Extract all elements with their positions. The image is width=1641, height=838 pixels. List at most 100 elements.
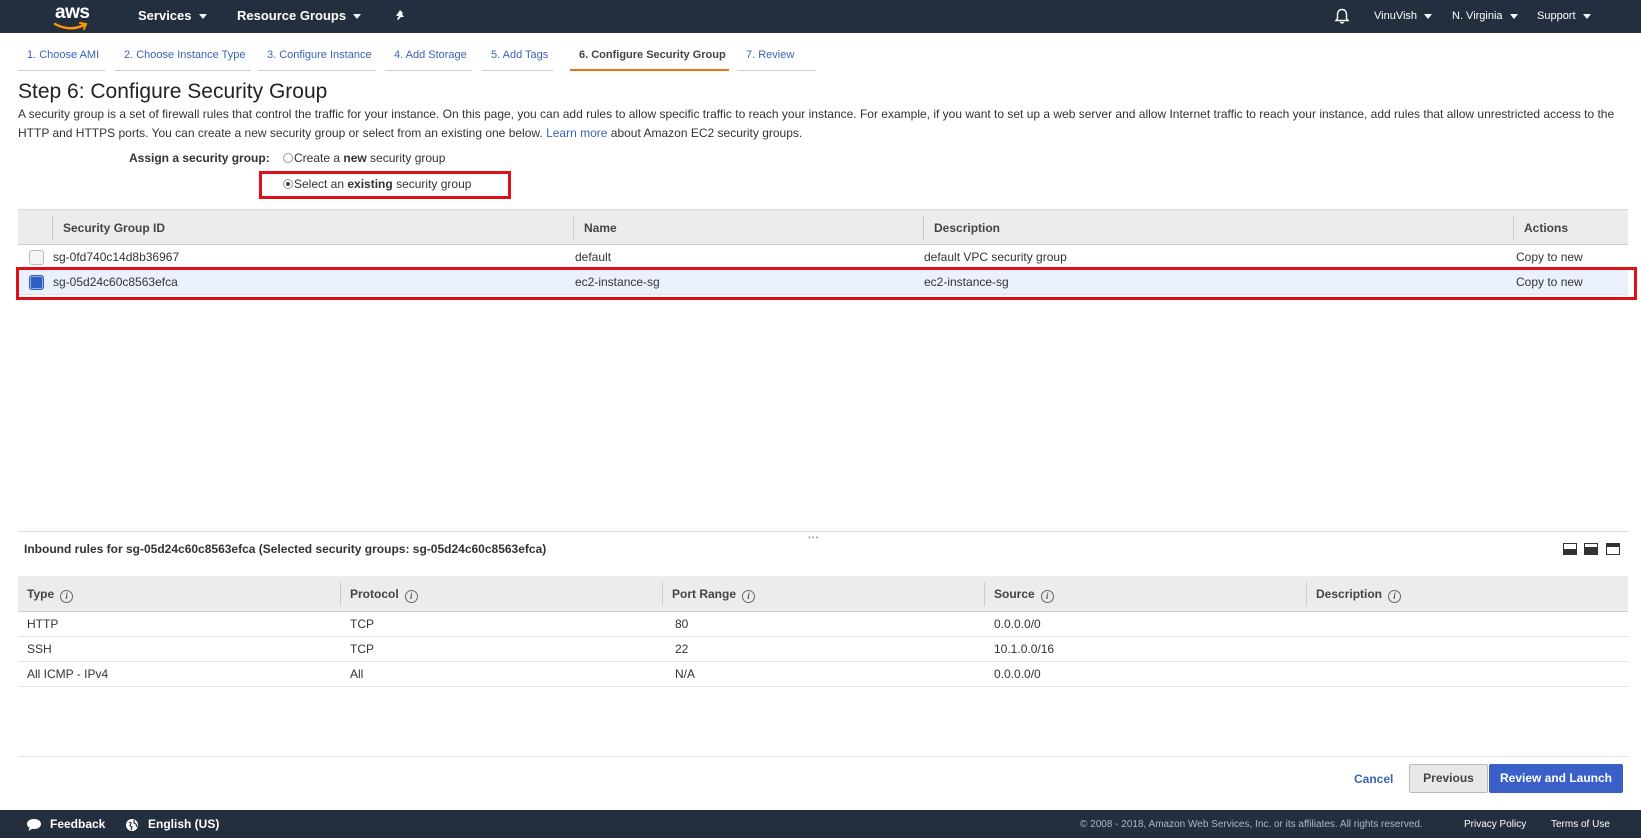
row-checkbox[interactable]: [29, 250, 44, 265]
cell-type: SSH: [27, 642, 52, 656]
tab-add-tags[interactable]: 5. Add Tags: [482, 46, 553, 71]
info-icon[interactable]: i: [1388, 590, 1402, 603]
chevron-down-icon: [353, 14, 362, 20]
column-port-range: Port Range i: [672, 587, 756, 603]
tab-review[interactable]: 7. Review: [737, 46, 816, 71]
column-separator: [662, 582, 663, 606]
info-icon[interactable]: i: [1040, 590, 1054, 603]
globe-icon: [126, 819, 138, 831]
tab-add-storage[interactable]: 4. Add Storage: [385, 46, 472, 71]
aws-logo[interactable]: aws: [54, 2, 94, 30]
resize-handle-icon[interactable]: •••: [808, 533, 819, 542]
column-separator: [52, 216, 53, 240]
actions-divider: [18, 756, 1628, 757]
copy-to-new-link[interactable]: Copy to new: [1516, 250, 1583, 264]
services-menu[interactable]: Services: [138, 8, 207, 23]
cell-description: default VPC security group: [924, 250, 1067, 264]
tab-choose-instance-type[interactable]: 2. Choose Instance Type: [115, 46, 251, 71]
previous-button[interactable]: Previous: [1409, 764, 1488, 793]
support-menu[interactable]: Support: [1537, 10, 1591, 22]
privacy-policy-link[interactable]: Privacy Policy: [1464, 819, 1526, 830]
column-separator: [1306, 582, 1307, 606]
column-actions: Actions: [1524, 221, 1569, 235]
cell-security-group-id: sg-0fd740c14d8b36967: [53, 250, 180, 264]
cell-protocol: TCP: [350, 617, 374, 631]
pane-layout-split-icon[interactable]: [1584, 543, 1598, 555]
column-description[interactable]: Description: [934, 221, 1000, 235]
tab-choose-ami[interactable]: 1. Choose AMI: [18, 46, 105, 71]
column-source-label: Source: [994, 587, 1035, 601]
learn-more-suffix: about Amazon EC2 security groups.: [610, 125, 803, 140]
radio-button[interactable]: [283, 153, 293, 163]
inbound-rule-row: HTTP TCP 80 0.0.0.0/0: [18, 612, 1628, 637]
chevron-down-icon: [198, 14, 207, 20]
intro-text: A security group is a set of firewall ru…: [18, 107, 1615, 140]
column-separator: [340, 582, 341, 606]
pane-layout-top-icon[interactable]: [1606, 543, 1620, 555]
column-separator: [923, 216, 924, 240]
top-nav: aws Services Resource Groups VinuVish N.…: [0, 0, 1641, 33]
cell-protocol: TCP: [350, 642, 374, 656]
tab-configure-instance[interactable]: 3. Configure Instance: [258, 46, 376, 71]
column-source: Source i: [994, 587, 1054, 603]
bell-icon[interactable]: [1334, 8, 1350, 25]
pane-layout-bottom-icon[interactable]: [1563, 543, 1577, 555]
resource-groups-label: Resource Groups: [237, 8, 347, 23]
inbound-rule-row: SSH TCP 22 10.1.0.0/16: [18, 637, 1628, 662]
cell-protocol: All: [350, 667, 364, 681]
aws-smile-icon: [54, 22, 88, 30]
cancel-button[interactable]: Cancel: [1354, 772, 1393, 786]
highlight-box-row: [16, 267, 1637, 300]
cell-port-range: N/A: [675, 667, 696, 681]
pin-icon[interactable]: [393, 9, 407, 23]
account-label: VinuVish: [1374, 10, 1418, 22]
cell-source: 0.0.0.0/0: [994, 617, 1041, 631]
column-separator: [1513, 216, 1514, 240]
language-selector[interactable]: English (US): [148, 817, 219, 831]
column-name[interactable]: Name: [584, 221, 617, 235]
cell-source: 10.1.0.0/16: [994, 642, 1055, 656]
inbound-rules-title: Inbound rules for sg-05d24c60c8563efca (…: [24, 542, 547, 556]
pane-divider: [18, 531, 1628, 532]
column-protocol-label: Protocol: [350, 587, 399, 601]
services-label: Services: [138, 8, 192, 23]
inbound-table-header: Type i Protocol i Port Range i Source i Desc…: [18, 576, 1628, 612]
column-separator: [573, 216, 574, 240]
radio-label-prefix: Create a: [294, 151, 344, 165]
learn-more-link[interactable]: Learn more: [546, 126, 607, 140]
intro-paragraph: A security group is a set of firewall ru…: [18, 105, 1630, 142]
radio-label-bold: new: [343, 151, 367, 165]
chevron-down-icon: [1582, 13, 1591, 19]
footer-bar: Feedback English (US) © 2008 - 2018, Ama…: [0, 810, 1641, 838]
review-and-launch-button[interactable]: Review and Launch: [1489, 764, 1623, 793]
account-menu[interactable]: VinuVish: [1374, 10, 1433, 22]
chevron-down-icon: [1509, 13, 1518, 19]
column-security-group-id[interactable]: Security Group ID: [63, 221, 165, 235]
feedback-link[interactable]: Feedback: [50, 817, 105, 831]
support-label: Support: [1537, 10, 1576, 22]
column-description: Description i: [1316, 587, 1402, 603]
cell-type: All ICMP - IPv4: [27, 667, 109, 681]
radio-create-new[interactable]: Create a new security group: [283, 151, 445, 165]
info-icon[interactable]: i: [60, 590, 74, 603]
inbound-rule-row: All ICMP - IPv4 All N/A 0.0.0.0/0: [18, 662, 1628, 687]
column-type-label: Type: [27, 587, 55, 601]
cell-port-range: 80: [675, 617, 689, 631]
cell-name: default: [575, 250, 612, 264]
terms-of-use-link[interactable]: Terms of Use: [1551, 819, 1610, 830]
tab-configure-security-group[interactable]: 6. Configure Security Group: [570, 46, 729, 71]
cell-source: 0.0.0.0/0: [994, 667, 1041, 681]
page-title: Step 6: Configure Security Group: [18, 80, 328, 103]
column-type: Type i: [27, 587, 74, 603]
region-label: N. Virginia: [1452, 10, 1503, 22]
resource-groups-menu[interactable]: Resource Groups: [237, 8, 362, 23]
cell-port-range: 22: [675, 642, 689, 656]
info-icon[interactable]: i: [404, 590, 418, 603]
radio-label-suffix: security group: [366, 151, 446, 165]
copyright-text: © 2008 - 2018, Amazon Web Services, Inc.…: [1080, 819, 1423, 830]
column-protocol: Protocol i: [350, 587, 418, 603]
cell-type: HTTP: [27, 617, 59, 631]
aws-logo-text: aws: [55, 2, 90, 23]
info-icon[interactable]: i: [742, 590, 756, 603]
region-menu[interactable]: N. Virginia: [1452, 10, 1518, 22]
